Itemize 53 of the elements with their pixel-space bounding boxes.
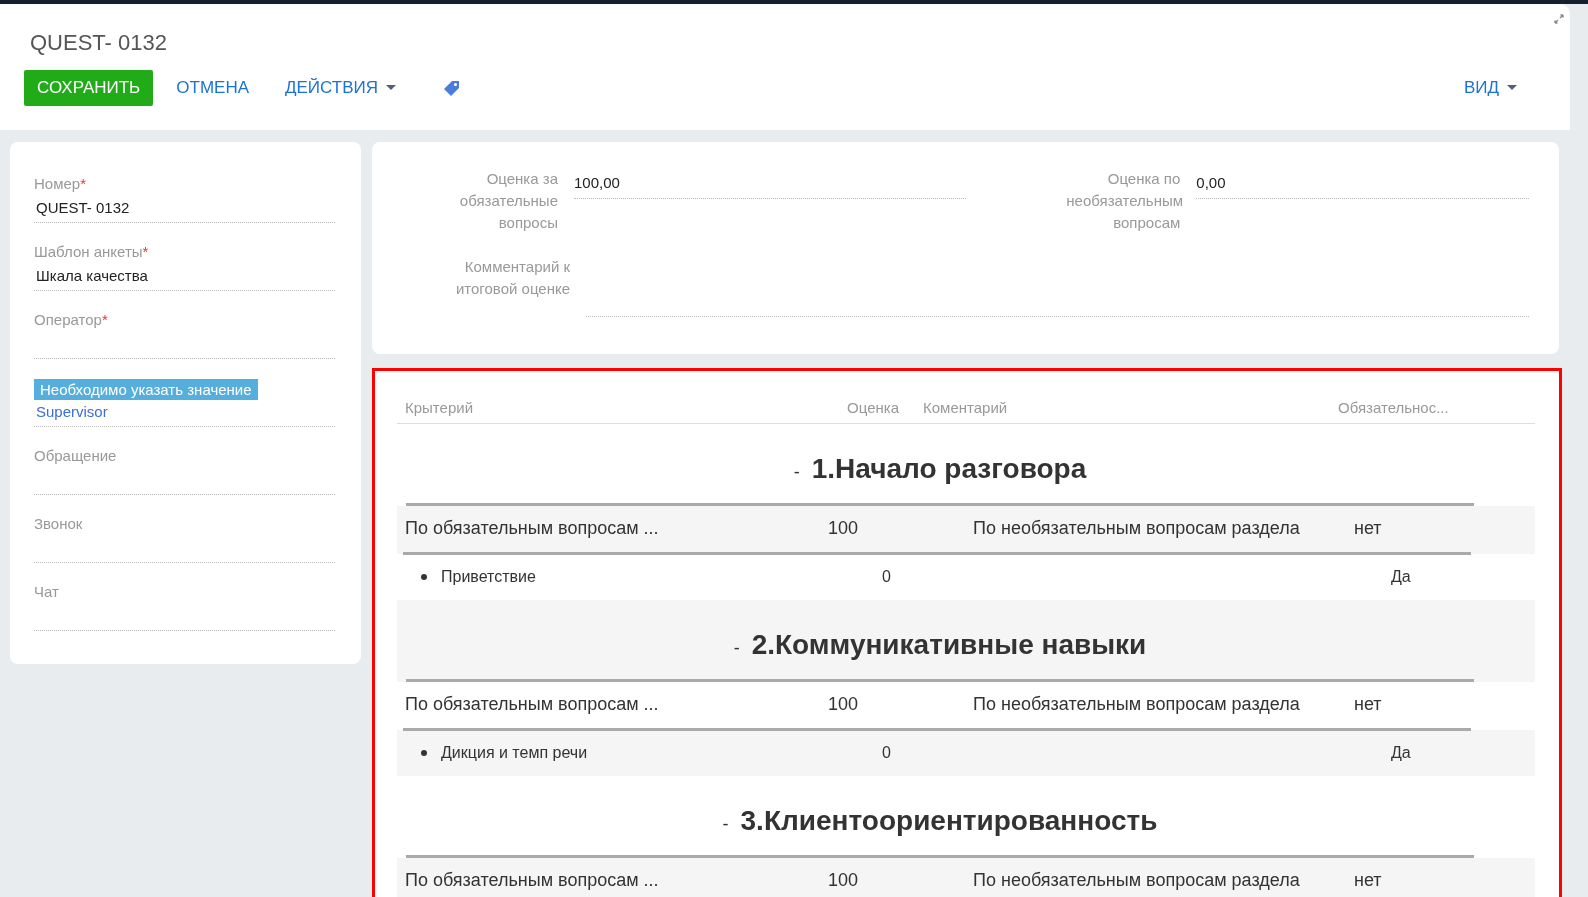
table-cell-text: По необязательным вопросам раздела	[972, 518, 1301, 539]
column-header: Коментарий	[922, 398, 1009, 416]
table-cell-text: По обязательным вопросам ...	[404, 518, 660, 539]
column-header: Обязательнос...	[1338, 398, 1450, 416]
validation-tooltip: Необходимо указать значение	[34, 379, 258, 400]
table-cell-text: Да	[1391, 568, 1412, 586]
bullet-icon	[421, 574, 427, 580]
section-title: 1.Начало разговора	[811, 453, 1087, 485]
table-cell-text: 0	[881, 568, 891, 586]
table-cell-text: По обязательным вопросам ...	[404, 694, 660, 715]
field-label: Оценка по необязательным вопросам	[1065, 169, 1181, 233]
field-label: Оценка за обязательные вопросы	[458, 169, 558, 233]
table-cell-text: нет	[1354, 518, 1383, 539]
caret-icon	[386, 85, 397, 91]
table-cell-text: нет	[1354, 694, 1383, 715]
field-label: Звонок	[34, 515, 83, 532]
expand-icon[interactable]	[1554, 14, 1564, 24]
table-cell-text: 100	[826, 870, 859, 891]
table-cell-text: Приветствие	[441, 568, 537, 586]
input-field[interactable]: 100,00	[574, 168, 967, 199]
section-title: 3.Клиентоориентированность	[740, 805, 1158, 837]
input-field[interactable]: Supervisor	[34, 398, 335, 427]
caret-icon	[1507, 85, 1517, 91]
collapse-toggle[interactable]: -	[793, 462, 800, 483]
input-field[interactable]: QUEST- 0132	[34, 194, 335, 223]
table-cell-text: По обязательным вопросам ...	[404, 870, 660, 891]
record-title: QUEST- 0132	[30, 30, 167, 57]
actions-dropdown[interactable]: ДЕЙСТВИЯ	[272, 70, 410, 106]
table-cell-text: Дикция и темп речи	[441, 744, 589, 762]
field-label: Чат	[34, 583, 59, 600]
collapse-toggle[interactable]: -	[733, 638, 740, 659]
column-header: Крытерий	[404, 398, 474, 416]
input-field[interactable]: Шкала качества	[34, 262, 335, 291]
table-cell-text: По необязательным вопросам раздела	[972, 694, 1301, 715]
field-label: Оператор*	[34, 311, 108, 328]
table-cell-text: По необязательным вопросам раздела	[972, 870, 1301, 891]
table-cell-text: нет	[1354, 870, 1383, 891]
cancel-link[interactable]: ОТМЕНА	[163, 70, 262, 106]
field-label: Обращение	[34, 447, 117, 464]
table-cell-text: 100	[826, 518, 859, 539]
section-title: 2.Коммуникативные навыки	[751, 629, 1147, 661]
column-header: Оценка	[846, 398, 899, 416]
table-cell-text: 0	[881, 744, 891, 762]
field-label: Номер*	[34, 175, 86, 192]
view-dropdown[interactable]: ВИД	[1450, 70, 1530, 106]
field-label: Комментарий к итоговой оценке	[454, 257, 570, 299]
table-cell-text: Да	[1391, 744, 1412, 762]
bullet-icon	[421, 750, 427, 756]
input-field[interactable]: 0,00	[1196, 168, 1529, 199]
field-label: Шаблон анкеты*	[34, 243, 149, 260]
collapse-toggle[interactable]: -	[722, 814, 729, 835]
tag-icon	[443, 79, 462, 97]
table-cell-text: 100	[826, 694, 859, 715]
